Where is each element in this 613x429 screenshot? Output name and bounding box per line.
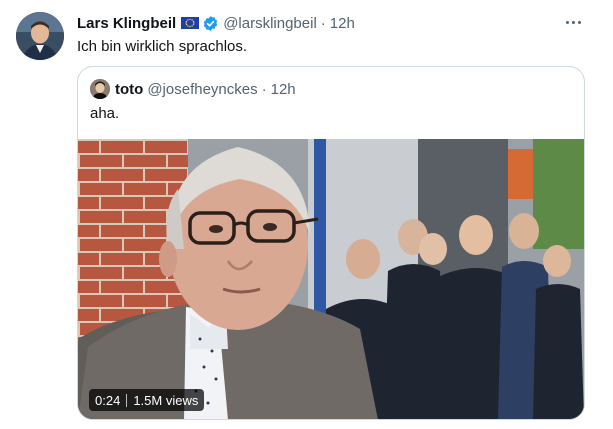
quoted-separator-dot: ·: [261, 80, 267, 98]
author-avatar[interactable]: [16, 12, 64, 60]
eu-flag-icon: [181, 17, 200, 29]
video-badge-divider: [126, 393, 128, 407]
quoted-tweet[interactable]: toto @josefheynckes · 12h aha. 0:24 1.5M…: [77, 66, 585, 420]
tweet[interactable]: Lars Klingbeil @larsklingbeil · 12h Ich …: [0, 0, 613, 429]
video-info-badge: 0:24 1.5M views: [89, 389, 205, 411]
quoted-author-display-name[interactable]: toto: [115, 81, 143, 98]
quoted-tweet-timestamp[interactable]: 12h: [271, 81, 296, 98]
tweet-text: Ich bin wirklich sprachlos.: [77, 38, 248, 55]
quoted-author-handle[interactable]: @josefheynckes: [147, 81, 257, 98]
quoted-author-avatar[interactable]: [90, 79, 110, 99]
verified-badge-icon: [202, 15, 219, 32]
author-handle[interactable]: @larsklingbeil: [223, 15, 317, 32]
quoted-tweet-text: aha.: [90, 105, 120, 122]
video-duration: 0:24: [95, 392, 121, 408]
author-display-name[interactable]: Lars Klingbeil: [77, 15, 176, 32]
tweet-header: Lars Klingbeil @larsklingbeil · 12h: [77, 13, 355, 33]
video-player[interactable]: 0:24 1.5M views: [78, 139, 584, 419]
separator-dot: ·: [320, 14, 326, 32]
video-view-count: 1.5M views: [133, 392, 199, 408]
more-icon[interactable]: [562, 13, 584, 31]
quoted-tweet-header: toto @josefheynckes · 12h: [90, 79, 296, 99]
video-thumbnail: [78, 139, 584, 419]
tweet-timestamp[interactable]: 12h: [330, 15, 355, 32]
